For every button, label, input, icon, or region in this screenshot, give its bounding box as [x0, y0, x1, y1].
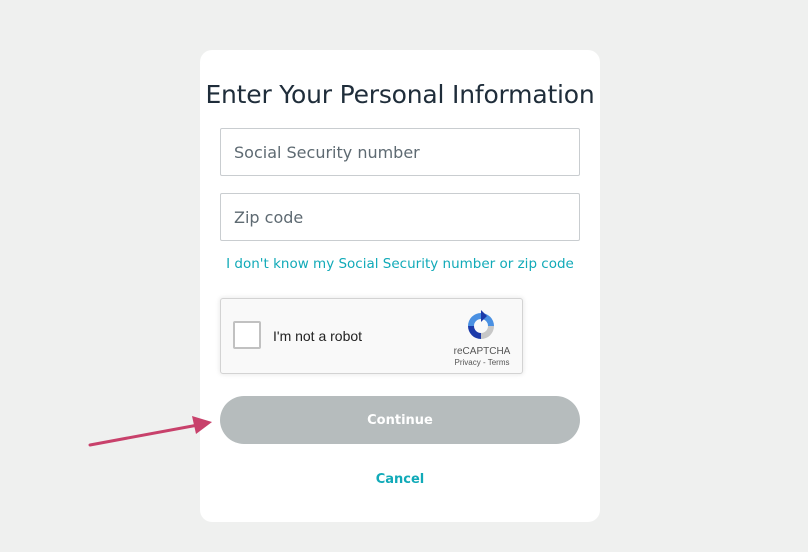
- recaptcha-widget: I'm not a robot reCAPTCHA Privacy - Term…: [220, 298, 523, 374]
- recaptcha-checkbox[interactable]: [233, 321, 261, 349]
- zip-field-container: [220, 193, 580, 241]
- cancel-link[interactable]: Cancel: [200, 472, 600, 487]
- ssn-field-container: [220, 128, 580, 176]
- personal-info-card: Enter Your Personal Information I don't …: [200, 50, 600, 522]
- page: Enter Your Personal Information I don't …: [0, 0, 808, 552]
- recaptcha-brand: reCAPTCHA: [453, 346, 511, 357]
- recaptcha-privacy-link[interactable]: Privacy: [455, 358, 481, 367]
- forgot-ssn-zip-link[interactable]: I don't know my Social Security number o…: [200, 256, 600, 272]
- recaptcha-terms: Privacy - Terms: [443, 358, 521, 367]
- zip-code-input[interactable]: [221, 194, 579, 240]
- ssn-input[interactable]: [221, 129, 579, 175]
- recaptcha-label: I'm not a robot: [273, 328, 363, 344]
- recaptcha-logo-icon: [468, 310, 494, 339]
- page-title: Enter Your Personal Information: [205, 80, 595, 109]
- continue-button[interactable]: Continue: [220, 396, 580, 444]
- arrow-right-icon: [88, 416, 212, 447]
- recaptcha-separator: -: [480, 358, 488, 367]
- recaptcha-terms-link[interactable]: Terms: [488, 358, 510, 367]
